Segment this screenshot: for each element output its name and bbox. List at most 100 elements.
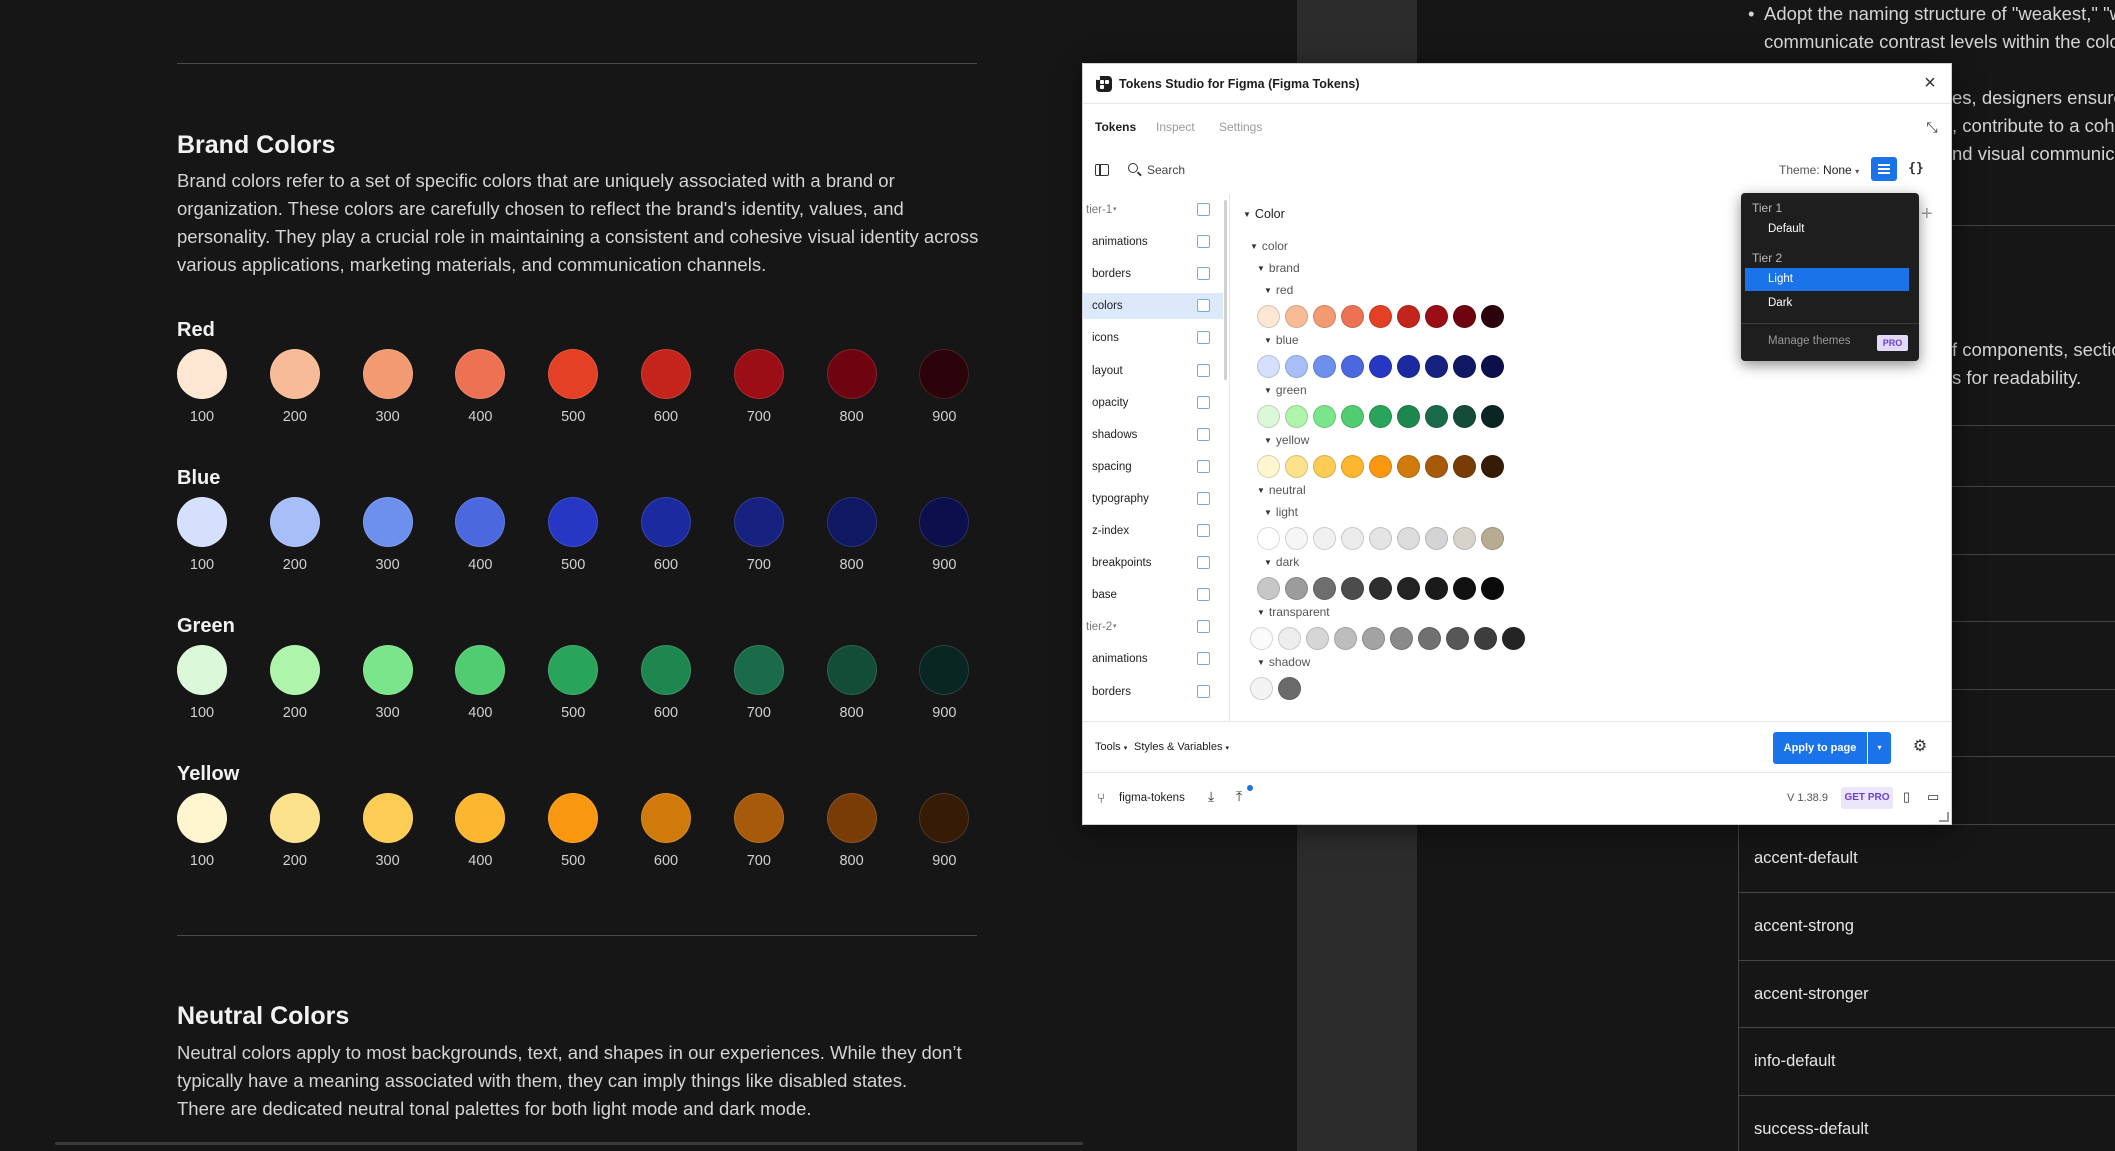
token-set-checkbox[interactable] bbox=[1197, 331, 1210, 345]
color-token[interactable] bbox=[1425, 355, 1448, 378]
theme-selector[interactable]: Theme: None ▾ bbox=[1779, 163, 1859, 177]
color-token[interactable] bbox=[1285, 405, 1308, 428]
token-set-checkbox[interactable] bbox=[1197, 684, 1210, 698]
color-token[interactable] bbox=[1425, 455, 1448, 478]
token-set-checkbox[interactable] bbox=[1197, 203, 1210, 216]
color-token[interactable] bbox=[1285, 455, 1308, 478]
token-set-item[interactable]: colors bbox=[1083, 293, 1223, 320]
token-set-checkbox[interactable] bbox=[1197, 652, 1210, 666]
color-token[interactable] bbox=[1453, 355, 1476, 378]
token-set-checkbox[interactable] bbox=[1197, 363, 1210, 377]
token-set-item[interactable]: z-index bbox=[1083, 518, 1223, 544]
token-set-checkbox[interactable] bbox=[1197, 267, 1210, 281]
color-token[interactable] bbox=[1285, 577, 1308, 600]
color-token[interactable] bbox=[1313, 305, 1336, 328]
color-token[interactable] bbox=[1257, 577, 1280, 600]
color-token[interactable] bbox=[1453, 305, 1476, 328]
color-token[interactable] bbox=[1425, 305, 1448, 328]
list-view-button[interactable] bbox=[1871, 157, 1897, 181]
token-set-item[interactable]: icons bbox=[1083, 325, 1223, 351]
json-view-icon[interactable]: {} bbox=[1903, 157, 1929, 181]
docs-icon[interactable]: ▯ bbox=[1903, 789, 1910, 805]
tab-tokens[interactable]: Tokens bbox=[1095, 120, 1136, 134]
token-set-item[interactable]: animations bbox=[1083, 229, 1223, 255]
color-token[interactable] bbox=[1425, 405, 1448, 428]
color-token[interactable] bbox=[1341, 405, 1364, 428]
color-token[interactable] bbox=[1453, 527, 1476, 550]
token-group-header[interactable]: ▼ Color bbox=[1243, 207, 1285, 221]
color-token[interactable] bbox=[1425, 527, 1448, 550]
token-set-checkbox[interactable] bbox=[1197, 588, 1210, 602]
color-token[interactable] bbox=[1453, 577, 1476, 600]
tools-menu-button[interactable]: Tools ▾ bbox=[1095, 741, 1127, 753]
color-token[interactable] bbox=[1369, 527, 1392, 550]
token-set-item[interactable]: animations bbox=[1083, 646, 1223, 672]
color-token[interactable] bbox=[1453, 455, 1476, 478]
token-group-header[interactable]: ▼ green bbox=[1264, 383, 1307, 397]
color-token[interactable] bbox=[1341, 577, 1364, 600]
token-group-header[interactable]: ▼ neutral bbox=[1257, 483, 1306, 497]
token-group-header[interactable]: ▼ dark bbox=[1264, 555, 1299, 569]
color-token[interactable] bbox=[1369, 577, 1392, 600]
branch-selector[interactable]: figma-tokens bbox=[1119, 792, 1185, 804]
sidebar-toggle-icon[interactable] bbox=[1095, 164, 1109, 176]
color-token[interactable] bbox=[1369, 355, 1392, 378]
token-set-checkbox[interactable] bbox=[1197, 459, 1210, 473]
resize-handle[interactable] bbox=[1939, 812, 1949, 822]
minimize-icon[interactable]: ⤡ bbox=[1923, 118, 1941, 136]
color-token[interactable] bbox=[1474, 627, 1497, 650]
get-pro-button[interactable]: GET PRO bbox=[1841, 787, 1893, 809]
color-token[interactable] bbox=[1313, 405, 1336, 428]
token-set-item[interactable]: typography bbox=[1083, 486, 1223, 512]
sidebar-scrollbar[interactable] bbox=[1224, 200, 1227, 380]
apply-to-page-button[interactable]: Apply to page bbox=[1773, 732, 1867, 764]
token-set-item[interactable]: layout bbox=[1083, 358, 1223, 384]
color-token[interactable] bbox=[1341, 455, 1364, 478]
token-set-checkbox[interactable] bbox=[1197, 299, 1210, 313]
color-token[interactable] bbox=[1369, 455, 1392, 478]
token-set-checkbox[interactable] bbox=[1197, 427, 1210, 441]
color-token[interactable] bbox=[1390, 627, 1413, 650]
token-group-header[interactable]: ▼ color bbox=[1250, 239, 1288, 253]
token-set-checkbox[interactable] bbox=[1197, 620, 1210, 634]
token-set-checkbox[interactable] bbox=[1197, 556, 1210, 570]
token-set-group[interactable]: tier-2 ▾ bbox=[1083, 614, 1223, 640]
token-set-checkbox[interactable] bbox=[1197, 491, 1210, 505]
color-token[interactable] bbox=[1397, 577, 1420, 600]
color-token[interactable] bbox=[1481, 527, 1504, 550]
token-set-item[interactable]: shadows bbox=[1083, 422, 1223, 448]
color-token[interactable] bbox=[1481, 455, 1504, 478]
token-set-group[interactable]: tier-1 ▾ bbox=[1083, 197, 1223, 223]
color-token[interactable] bbox=[1285, 355, 1308, 378]
color-token[interactable] bbox=[1257, 355, 1280, 378]
color-token[interactable] bbox=[1397, 455, 1420, 478]
color-token[interactable] bbox=[1285, 527, 1308, 550]
color-token[interactable] bbox=[1257, 305, 1280, 328]
color-token[interactable] bbox=[1481, 305, 1504, 328]
color-token[interactable] bbox=[1446, 627, 1469, 650]
color-token[interactable] bbox=[1278, 627, 1301, 650]
color-token[interactable] bbox=[1285, 305, 1308, 328]
token-set-checkbox[interactable] bbox=[1197, 524, 1210, 537]
theme-option-light[interactable]: Light bbox=[1745, 268, 1909, 291]
token-group-header[interactable]: ▼ transparent bbox=[1257, 605, 1330, 619]
tab-inspect[interactable]: Inspect bbox=[1156, 120, 1195, 134]
color-token[interactable] bbox=[1397, 405, 1420, 428]
theme-option-default[interactable]: Default bbox=[1745, 218, 1909, 241]
token-set-item[interactable]: spacing bbox=[1083, 454, 1223, 480]
manage-themes-button[interactable]: Manage themes bbox=[1768, 335, 1850, 347]
token-set-checkbox[interactable] bbox=[1197, 395, 1210, 409]
color-token[interactable] bbox=[1397, 527, 1420, 550]
color-token[interactable] bbox=[1334, 627, 1357, 650]
color-token[interactable] bbox=[1481, 355, 1504, 378]
close-icon[interactable]: × bbox=[1919, 72, 1941, 94]
color-token[interactable] bbox=[1341, 355, 1364, 378]
color-token[interactable] bbox=[1502, 627, 1525, 650]
color-token[interactable] bbox=[1397, 355, 1420, 378]
apply-options-chevron-icon[interactable]: ▾ bbox=[1868, 732, 1891, 764]
color-token[interactable] bbox=[1250, 677, 1273, 700]
color-token[interactable] bbox=[1397, 305, 1420, 328]
token-group-header[interactable]: ▼ blue bbox=[1264, 333, 1299, 347]
color-token[interactable] bbox=[1362, 627, 1385, 650]
theme-option-dark[interactable]: Dark bbox=[1745, 292, 1909, 315]
